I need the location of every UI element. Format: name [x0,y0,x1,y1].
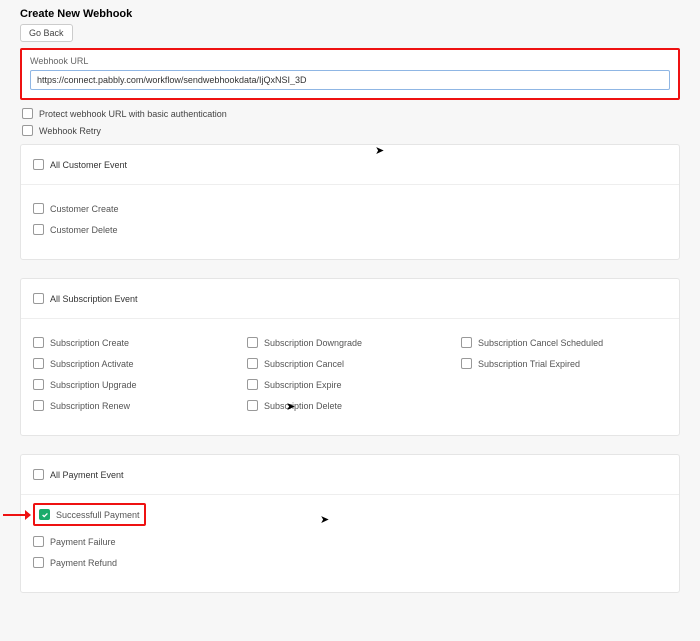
event-label: Subscription Trial Expired [478,359,580,369]
event-label: Subscription Renew [50,401,130,411]
checkbox-icon [33,293,44,304]
checkbox-icon [247,337,258,348]
subscription-expire-event[interactable]: Subscription Expire [247,379,453,390]
event-label: Successfull Payment [56,510,140,520]
all-subscription-event[interactable]: All Subscription Event [33,293,667,304]
payment-refund-event[interactable]: Payment Refund [33,557,667,568]
event-label: Subscription Expire [264,380,342,390]
event-label: Payment Refund [50,558,117,568]
checkbox-icon [33,224,44,235]
checkbox-icon [33,469,44,480]
event-label: Subscription Downgrade [264,338,362,348]
annotation-highlight: Successfull Payment [33,503,146,526]
all-customer-event-label: All Customer Event [50,160,127,170]
all-customer-event[interactable]: All Customer Event [33,159,667,170]
subscription-cancel-event[interactable]: Subscription Cancel [247,358,453,369]
subscription-create-event[interactable]: Subscription Create [33,337,239,348]
all-payment-event-label: All Payment Event [50,470,124,480]
checkbox-icon [39,509,50,520]
checkbox-icon [33,358,44,369]
subscription-downgrade-event[interactable]: Subscription Downgrade [247,337,453,348]
protect-url-option[interactable]: Protect webhook URL with basic authentic… [22,108,680,119]
checkbox-icon [33,337,44,348]
all-payment-event[interactable]: All Payment Event [33,469,667,480]
event-label: Subscription Cancel [264,359,344,369]
event-label: Subscription Create [50,338,129,348]
subscription-upgrade-event[interactable]: Subscription Upgrade [33,379,239,390]
webhook-retry-option[interactable]: Webhook Retry [22,125,680,136]
checkbox-icon [247,379,258,390]
customer-create-label: Customer Create [50,204,119,214]
event-label: Subscription Upgrade [50,380,137,390]
subscription-renew-event[interactable]: Subscription Renew [33,400,239,411]
all-subscription-event-label: All Subscription Event [50,294,138,304]
customer-events-panel: All Customer Event Customer Create Custo… [20,144,680,260]
successful-payment-event[interactable]: Successfull Payment [39,509,140,520]
webhook-retry-label: Webhook Retry [39,126,101,136]
subscription-cancel-scheduled-event[interactable]: Subscription Cancel Scheduled [461,337,667,348]
event-label: Subscription Delete [264,401,342,411]
page-title: Create New Webhook [20,8,680,20]
customer-delete-event[interactable]: Customer Delete [33,224,667,235]
checkbox-icon [22,125,33,136]
event-label: Subscription Cancel Scheduled [478,338,603,348]
customer-create-event[interactable]: Customer Create [33,203,667,214]
event-label: Subscription Activate [50,359,134,369]
subscription-activate-event[interactable]: Subscription Activate [33,358,239,369]
payment-events-panel: All Payment Event Successfull Payment [20,454,680,593]
webhook-url-label: Webhook URL [30,56,670,66]
checkbox-icon [33,203,44,214]
subscription-delete-event[interactable]: Subscription Delete [247,400,453,411]
checkbox-icon [461,337,472,348]
subscription-events-panel: All Subscription Event Subscription Crea… [20,278,680,436]
event-label: Payment Failure [50,537,116,547]
checkbox-icon [247,358,258,369]
checkbox-icon [33,400,44,411]
customer-delete-label: Customer Delete [50,225,118,235]
subscription-trial-expired-event[interactable]: Subscription Trial Expired [461,358,667,369]
protect-url-label: Protect webhook URL with basic authentic… [39,109,227,119]
checkbox-icon [33,159,44,170]
checkbox-icon [33,557,44,568]
checkbox-icon [461,358,472,369]
checkbox-icon [22,108,33,119]
payment-failure-event[interactable]: Payment Failure [33,536,667,547]
go-back-button[interactable]: Go Back [20,24,73,42]
checkbox-icon [33,379,44,390]
webhook-url-input[interactable] [30,70,670,90]
annotation-arrow-icon [3,509,31,521]
webhook-url-section: Webhook URL [20,48,680,100]
checkbox-icon [247,400,258,411]
checkbox-icon [33,536,44,547]
